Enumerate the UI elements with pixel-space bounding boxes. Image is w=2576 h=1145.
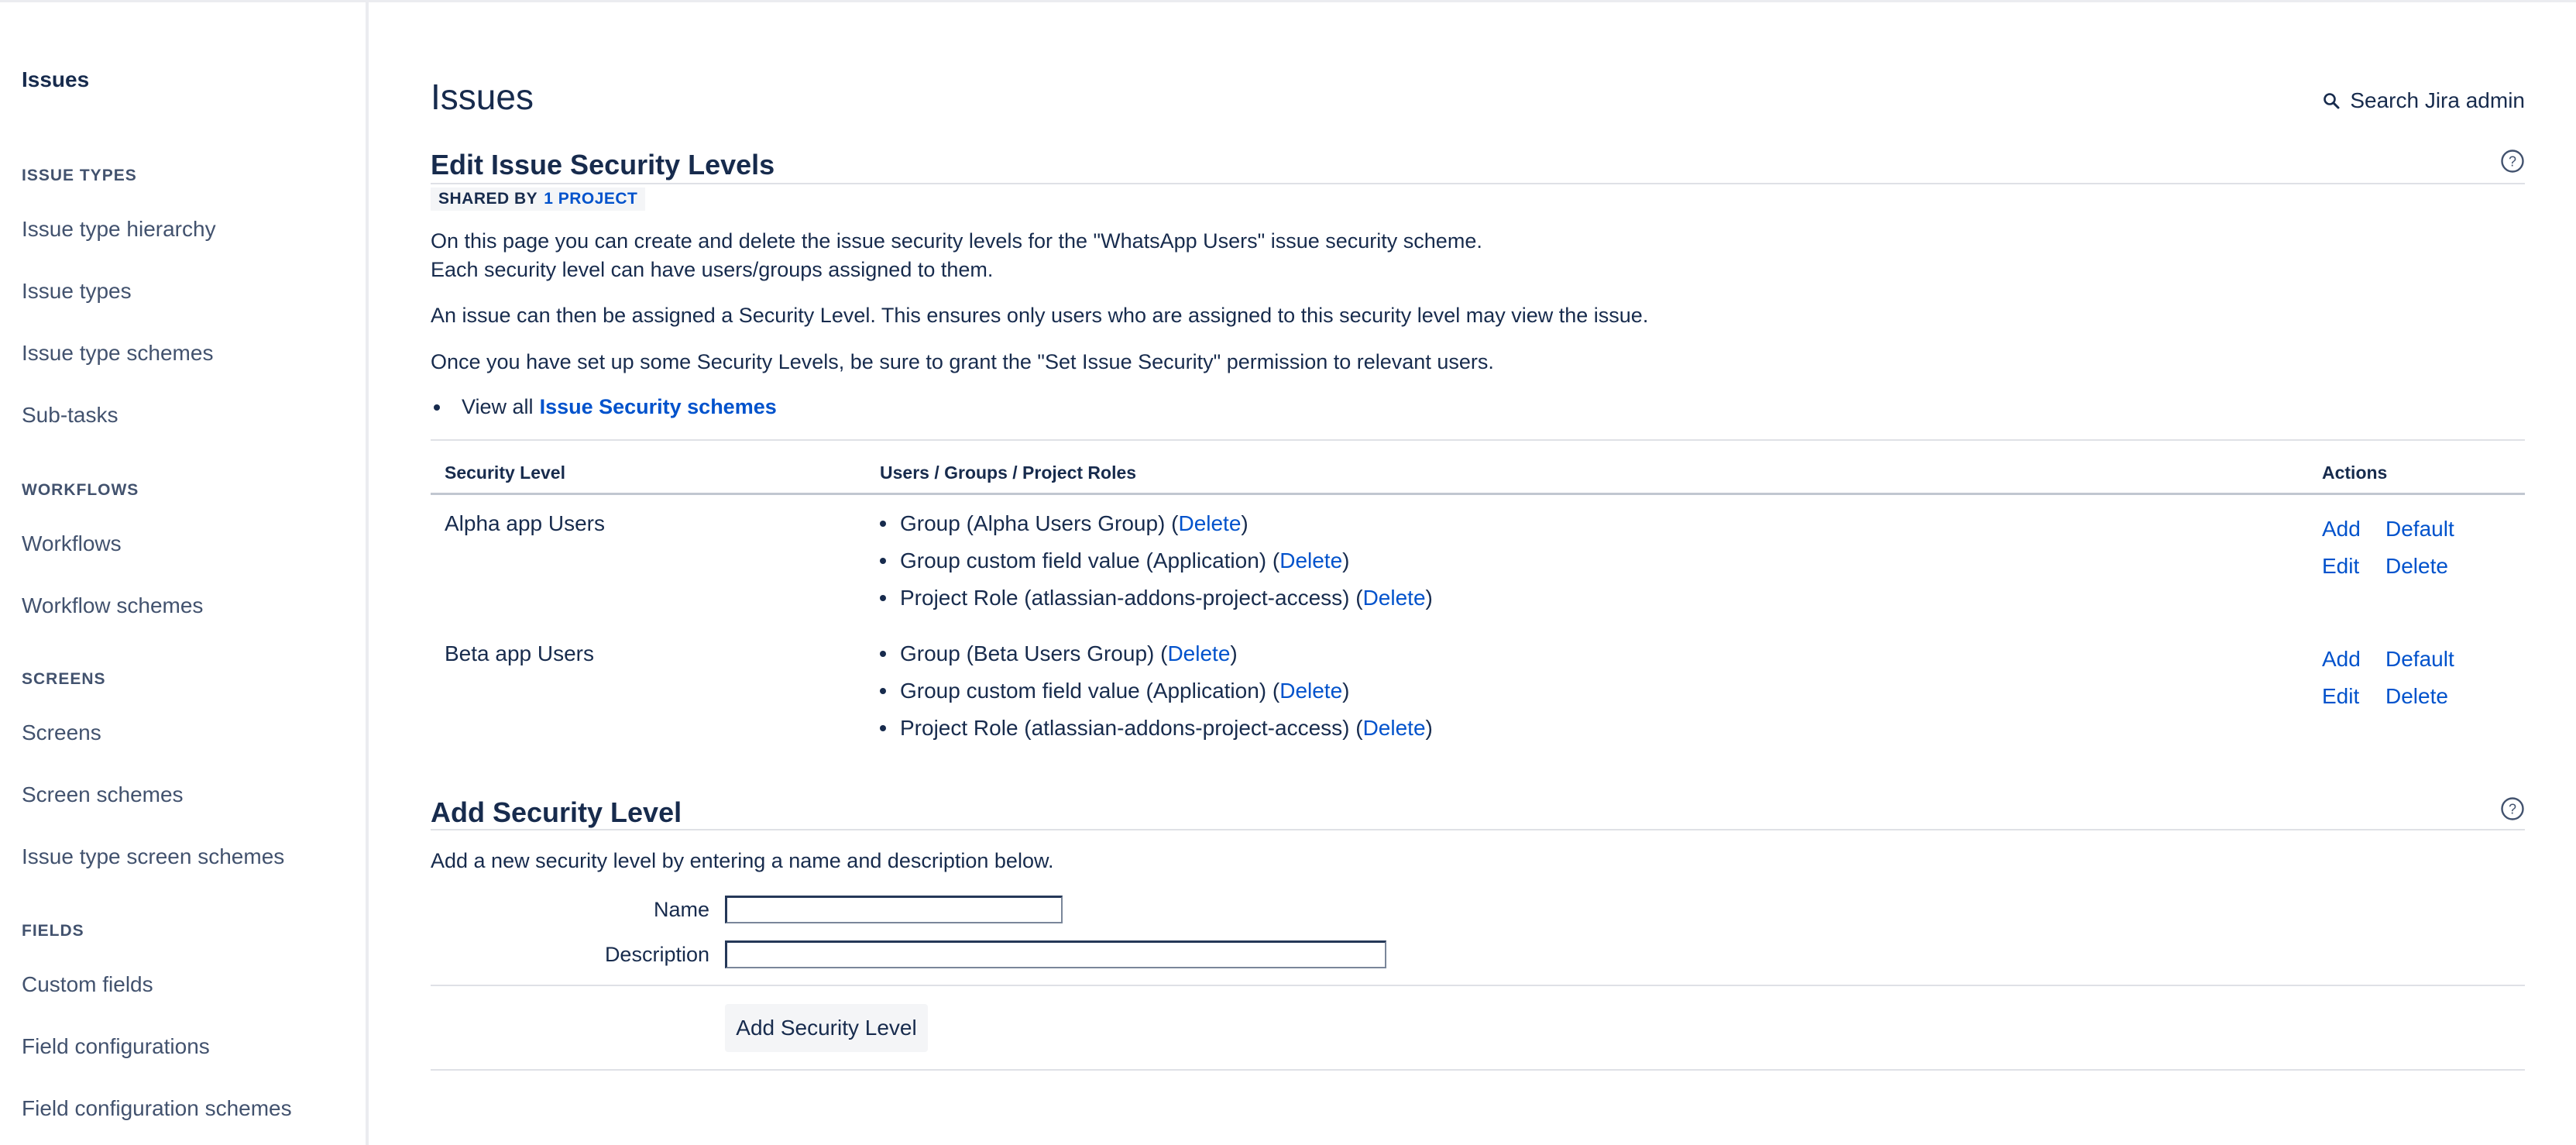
sidebar-item-issue-types[interactable]: Issue types bbox=[22, 279, 132, 304]
bullet bbox=[880, 688, 886, 694]
column-header-actions: Actions bbox=[2322, 462, 2388, 483]
sidebar-item-custom-fields[interactable]: Custom fields bbox=[22, 972, 153, 997]
form-divider bbox=[431, 985, 2525, 986]
sidebar-heading-workflows: WORKFLOWS bbox=[22, 481, 139, 499]
member-close-paren: ) bbox=[1342, 548, 1350, 572]
member-text: Group custom field value (Application) ( bbox=[900, 679, 1280, 703]
column-header-security-level: Security Level bbox=[445, 462, 565, 483]
sidebar-item-workflow-schemes[interactable]: Workflow schemes bbox=[22, 593, 203, 618]
security-level-name: Alpha app Users bbox=[445, 511, 606, 535]
edit-level-button[interactable]: Edit bbox=[2322, 554, 2359, 579]
help-icon[interactable]: ? bbox=[2500, 149, 2525, 174]
add-member-button[interactable]: Add bbox=[2322, 647, 2361, 672]
view-all-schemes: View all Issue Security schemes bbox=[431, 395, 777, 419]
svg-text:?: ? bbox=[2509, 154, 2516, 170]
sidebar-title: Issues bbox=[22, 67, 90, 91]
sidebar-item-sub-tasks[interactable]: Sub-tasks bbox=[22, 403, 118, 428]
bullet bbox=[434, 404, 440, 411]
bullet bbox=[880, 725, 886, 731]
table-top-divider bbox=[431, 439, 2525, 441]
form-bottom-divider bbox=[431, 1069, 2525, 1071]
sidebar-item-screen-schemes[interactable]: Screen schemes bbox=[22, 782, 184, 807]
edit-level-button[interactable]: Edit bbox=[2322, 684, 2359, 709]
member-text: Group (Alpha Users Group) ( bbox=[900, 511, 1179, 535]
member-close-paren: ) bbox=[1342, 679, 1350, 703]
add-section-description: Add a new security level by entering a n… bbox=[431, 849, 1054, 872]
help-icon[interactable]: ? bbox=[2500, 796, 2525, 821]
add-security-level-button[interactable]: Add Security Level bbox=[725, 1004, 928, 1052]
add-section-divider bbox=[431, 829, 2525, 830]
view-all-prefix: View all bbox=[462, 395, 534, 418]
member-close-paren: ) bbox=[1230, 641, 1238, 665]
sidebar-heading-screens: SCREENS bbox=[22, 670, 106, 688]
search-jira-admin-label: Search Jira admin bbox=[2350, 88, 2525, 112]
edit-section-divider bbox=[431, 183, 2525, 184]
member-delete-link[interactable]: Delete bbox=[1279, 679, 1342, 703]
page-title: Issues bbox=[431, 77, 534, 117]
member-delete-link[interactable]: Delete bbox=[1178, 511, 1241, 536]
member-text: Project Role (atlassian-addons-project-a… bbox=[900, 586, 1363, 610]
sidebar-heading-issue-types: ISSUE TYPES bbox=[22, 167, 137, 184]
sidebar-heading-fields: FIELDS bbox=[22, 922, 84, 940]
member-item: Group custom field value (Application) (… bbox=[880, 548, 1349, 573]
sidebar-item-issue-type-hierarchy[interactable]: Issue type hierarchy bbox=[22, 217, 216, 242]
member-delete-link[interactable]: Delete bbox=[1279, 548, 1342, 573]
security-level-name: Beta app Users bbox=[445, 641, 594, 665]
sidebar-item-field-configuration-schemes[interactable]: Field configuration schemes bbox=[22, 1096, 292, 1121]
main-content: Issues Search Jira admin Edit Issue Secu… bbox=[431, 0, 2525, 1145]
member-delete-link[interactable]: Delete bbox=[1363, 716, 1426, 741]
table-header-divider bbox=[431, 493, 2525, 495]
svg-text:?: ? bbox=[2509, 802, 2516, 817]
bullet bbox=[880, 521, 886, 527]
sidebar: Issues ISSUE TYPES Issue type hierarchy … bbox=[0, 2, 369, 1145]
member-delete-link[interactable]: Delete bbox=[1167, 641, 1230, 666]
delete-level-button[interactable]: Delete bbox=[2385, 554, 2448, 579]
member-close-paren: ) bbox=[1425, 716, 1433, 740]
name-input[interactable] bbox=[725, 896, 1063, 923]
member-item: Group (Alpha Users Group) ( Delete ) bbox=[880, 511, 1249, 536]
edit-section-title: Edit Issue Security Levels bbox=[431, 149, 775, 181]
shared-by-project-link[interactable]: 1 PROJECT bbox=[544, 187, 637, 211]
intro-text-line1: On this page you can create and delete t… bbox=[431, 229, 1482, 253]
shared-by-label: SHARED BY bbox=[438, 190, 538, 208]
member-item: Group custom field value (Application) (… bbox=[880, 679, 1349, 703]
permission-hint: Once you have set up some Security Level… bbox=[431, 350, 1494, 373]
add-section-title: Add Security Level bbox=[431, 796, 682, 828]
name-label: Name bbox=[653, 898, 709, 921]
sidebar-item-screens[interactable]: Screens bbox=[22, 720, 101, 745]
bullet bbox=[880, 651, 886, 657]
add-member-button[interactable]: Add bbox=[2322, 517, 2361, 542]
member-item: Project Role (atlassian-addons-project-a… bbox=[880, 716, 1433, 741]
member-text: Group (Beta Users Group) ( bbox=[900, 641, 1168, 665]
column-header-members: Users / Groups / Project Roles bbox=[880, 462, 1137, 483]
bullet bbox=[880, 595, 886, 601]
sidebar-item-workflows[interactable]: Workflows bbox=[22, 531, 122, 556]
sidebar-item-issue-type-screen-schemes[interactable]: Issue type screen schemes bbox=[22, 844, 284, 869]
search-icon bbox=[2324, 93, 2340, 109]
shared-by-badge: SHARED BY 1 PROJECT bbox=[431, 187, 646, 211]
set-default-button[interactable]: Default bbox=[2385, 517, 2454, 542]
member-close-paren: ) bbox=[1425, 586, 1433, 610]
bullet bbox=[880, 558, 886, 564]
member-close-paren: ) bbox=[1241, 511, 1249, 535]
set-default-button[interactable]: Default bbox=[2385, 647, 2454, 672]
member-text: Group custom field value (Application) ( bbox=[900, 548, 1280, 572]
member-item: Project Role (atlassian-addons-project-a… bbox=[880, 586, 1433, 610]
member-item: Group (Beta Users Group) ( Delete ) bbox=[880, 641, 1238, 666]
intro-text-line2: Each security level can have users/group… bbox=[431, 258, 994, 281]
member-text: Project Role (atlassian-addons-project-a… bbox=[900, 716, 1363, 740]
issue-security-schemes-link[interactable]: Issue Security schemes bbox=[540, 395, 777, 419]
sidebar-item-field-configurations[interactable]: Field configurations bbox=[22, 1034, 210, 1059]
search-jira-admin-link[interactable]: Search Jira admin bbox=[2322, 88, 2525, 113]
description-input[interactable] bbox=[725, 940, 1386, 968]
description-label: Description bbox=[604, 943, 709, 966]
sidebar-item-issue-type-schemes[interactable]: Issue type schemes bbox=[22, 341, 213, 366]
member-delete-link[interactable]: Delete bbox=[1363, 586, 1426, 610]
delete-level-button[interactable]: Delete bbox=[2385, 684, 2448, 709]
security-level-explanation: An issue can then be assigned a Security… bbox=[431, 304, 1649, 327]
